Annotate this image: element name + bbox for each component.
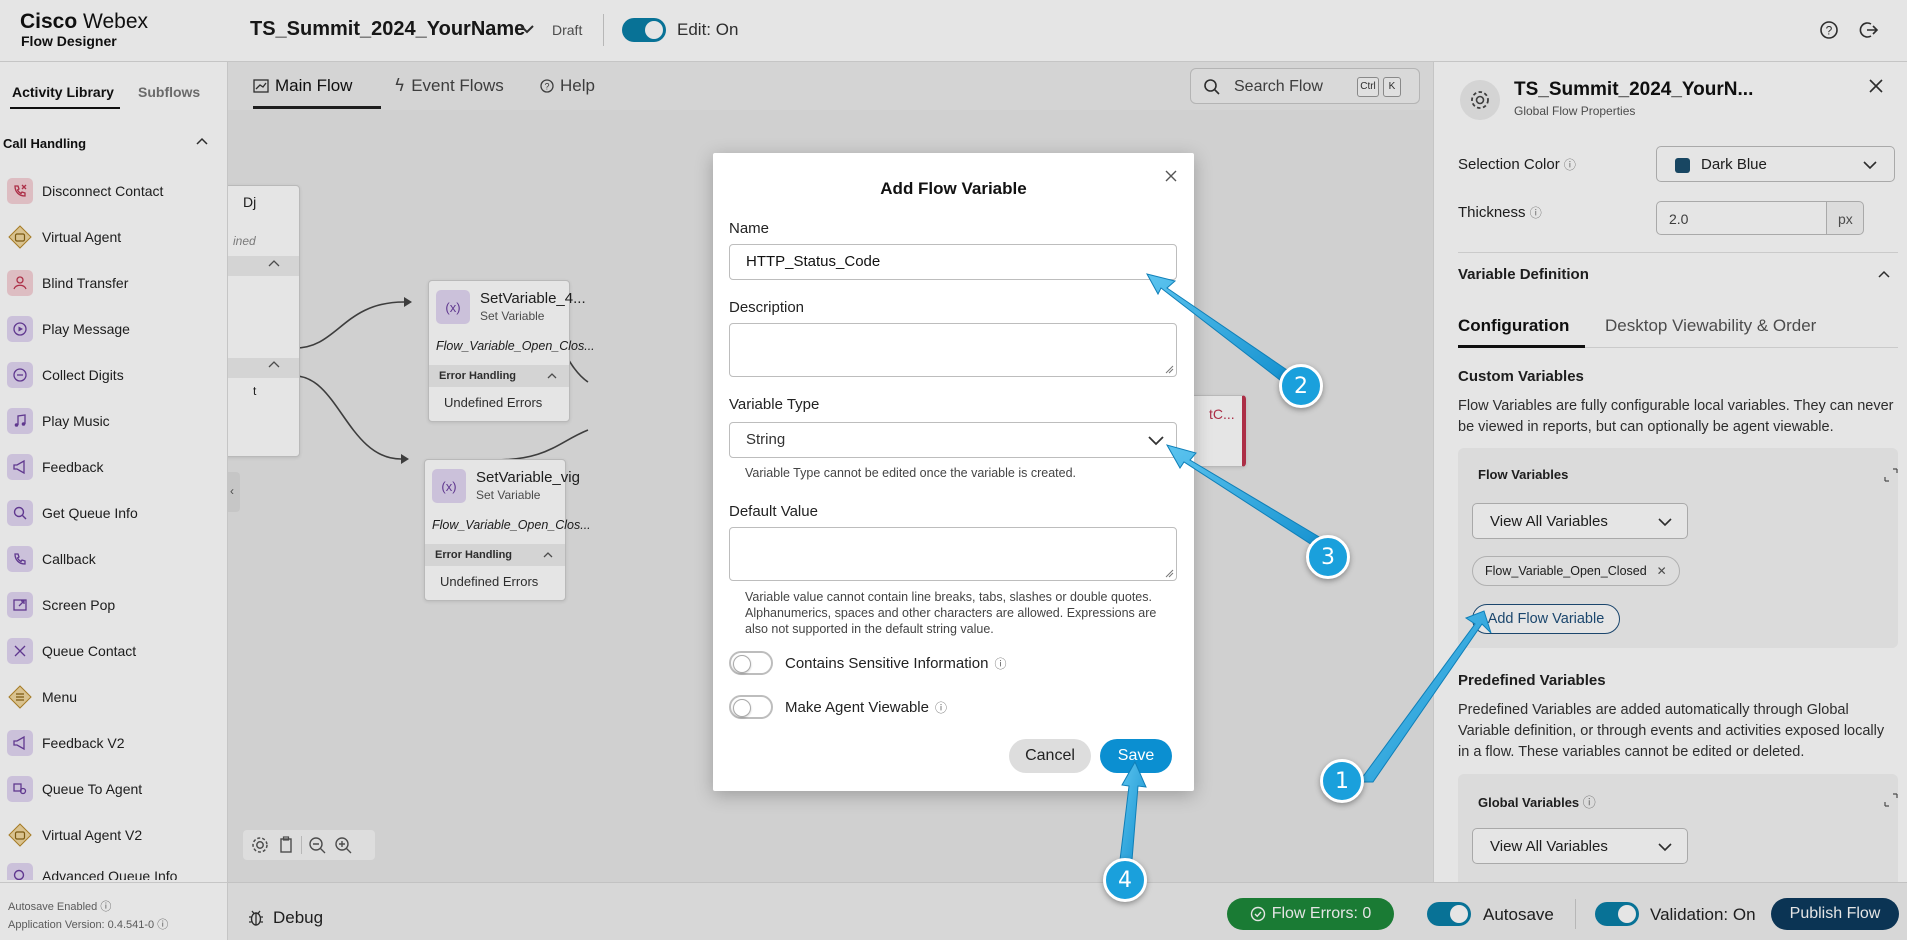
annotation-marker-2: 2 [1279, 364, 1323, 408]
annotation-arrows [1119, 273, 1492, 861]
annotation-marker-4: 4 [1103, 858, 1147, 902]
annotation-marker-3: 3 [1306, 535, 1350, 579]
annotation-marker-1: 1 [1320, 759, 1364, 803]
